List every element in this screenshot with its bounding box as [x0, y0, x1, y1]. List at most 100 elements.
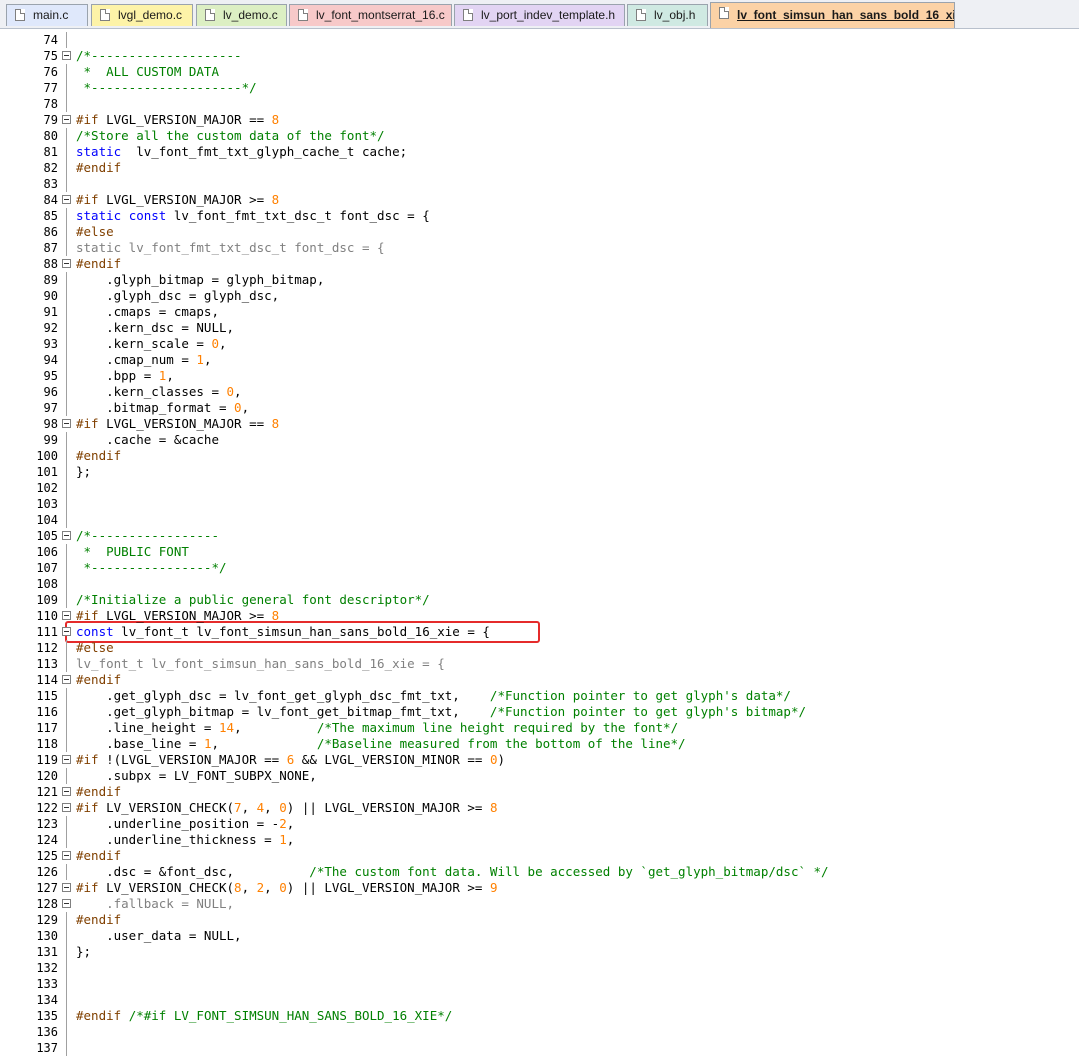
code-line: 79 #if LVGL_VERSION_MAJOR == 8	[0, 112, 1079, 128]
code-text: *----------------*/	[76, 560, 227, 575]
code-line: 98 #if LVGL_VERSION_MAJOR == 8	[0, 416, 1079, 432]
code-text: #if LVGL_VERSION_MAJOR >= 8	[76, 608, 280, 623]
line-number: 107	[36, 561, 58, 575]
line-number: 102	[36, 481, 58, 495]
fold-toggle-icon[interactable]	[62, 195, 71, 204]
tab-0[interactable]: main.c	[6, 4, 88, 26]
code-line: 121 #endif	[0, 784, 1079, 800]
code-text: *--------------------*/	[76, 80, 257, 95]
tab-label: lv_port_indev_template.h	[481, 8, 616, 22]
fold-toggle-icon[interactable]	[62, 51, 71, 60]
code-line: 76 * ALL CUSTOM DATA	[0, 64, 1079, 80]
tab-label: lv_font_montserrat_16.c	[316, 8, 445, 22]
tab-2[interactable]: lv_demo.c	[196, 4, 287, 26]
code-text: const lv_font_t lv_font_simsun_han_sans_…	[76, 624, 490, 639]
tab-4[interactable]: lv_port_indev_template.h	[454, 4, 625, 26]
line-number: 80	[43, 129, 58, 143]
code-text: #endif	[76, 912, 122, 927]
code-line: 123 .underline_position = -2,	[0, 816, 1079, 832]
fold-guide	[66, 832, 67, 848]
code-text: .underline_thickness = 1,	[76, 832, 295, 847]
code-line: 92 .kern_dsc = NULL,	[0, 320, 1079, 336]
code-text: #else	[76, 224, 114, 239]
fold-toggle-icon[interactable]	[62, 787, 71, 796]
file-icon	[205, 9, 215, 21]
fold-guide	[66, 688, 67, 704]
code-line: 74	[0, 32, 1079, 48]
tab-1[interactable]: lvgl_demo.c	[91, 4, 193, 26]
code-line: 122 #if LV_VERSION_CHECK(7, 4, 0) || LVGL…	[0, 800, 1079, 816]
line-number: 132	[36, 961, 58, 975]
line-number: 76	[43, 65, 58, 79]
line-number: 83	[43, 177, 58, 191]
fold-guide	[66, 496, 67, 512]
code-line: 104	[0, 512, 1079, 528]
code-text: #endif	[76, 448, 122, 463]
code-line: 95 .bpp = 1,	[0, 368, 1079, 384]
tab-6[interactable]: lv_font_simsun_han_sans_bold_16_xie.c	[710, 2, 955, 28]
line-number: 114	[36, 673, 58, 687]
code-line: 114 #endif	[0, 672, 1079, 688]
code-editor[interactable]: 74 75/*-------------------- 76 * ALL CUSTO…	[0, 29, 1079, 1062]
code-line: 101};	[0, 464, 1079, 480]
line-number: 112	[36, 641, 58, 655]
fold-toggle-icon[interactable]	[62, 883, 71, 892]
fold-toggle-icon[interactable]	[62, 803, 71, 812]
fold-guide	[66, 704, 67, 720]
code-line: 108	[0, 576, 1079, 592]
fold-guide	[66, 160, 67, 176]
fold-toggle-icon[interactable]	[62, 115, 71, 124]
code-line: 135 #endif /*#if LV_FONT_SIMSUN_HAN_SANS_…	[0, 1008, 1079, 1024]
line-number: 97	[43, 401, 58, 415]
fold-guide	[66, 864, 67, 880]
code-line: 78	[0, 96, 1079, 112]
fold-toggle-icon[interactable]	[62, 755, 71, 764]
fold-guide	[66, 736, 67, 752]
code-line: 130 .user_data = NULL,	[0, 928, 1079, 944]
fold-toggle-icon[interactable]	[62, 611, 71, 620]
fold-toggle-icon[interactable]	[62, 627, 71, 636]
code-line: 134	[0, 992, 1079, 1008]
line-number: 79	[43, 113, 58, 127]
code-line: 100 #endif	[0, 448, 1079, 464]
fold-toggle-icon[interactable]	[62, 899, 71, 908]
fold-toggle-icon[interactable]	[62, 851, 71, 860]
code-text: static lv_font_fmt_txt_dsc_t font_dsc = …	[76, 240, 385, 255]
code-line: 106 * PUBLIC FONT	[0, 544, 1079, 560]
code-text: .kern_classes = 0,	[76, 384, 242, 399]
file-icon	[100, 9, 110, 21]
line-number: 81	[43, 145, 58, 159]
file-icon	[298, 9, 308, 21]
code-text: #if LVGL_VERSION_MAJOR == 8	[76, 416, 280, 431]
tab-3[interactable]: lv_font_montserrat_16.c	[289, 4, 452, 26]
code-text: .fallback = NULL,	[76, 896, 235, 911]
code-line: 124 .underline_thickness = 1,	[0, 832, 1079, 848]
fold-toggle-icon[interactable]	[62, 259, 71, 268]
fold-toggle-icon[interactable]	[62, 675, 71, 684]
code-line: 127 #if LV_VERSION_CHECK(8, 2, 0) || LVGL…	[0, 880, 1079, 896]
line-number: 125	[36, 849, 58, 863]
line-number: 111	[36, 625, 58, 639]
code-text: .user_data = NULL,	[76, 928, 242, 943]
code-line: 115 .get_glyph_dsc = lv_font_get_glyph_d…	[0, 688, 1079, 704]
line-number: 124	[36, 833, 58, 847]
code-text: #if LVGL_VERSION_MAJOR == 8	[76, 112, 280, 127]
code-line: 109 /*Initialize a public general font de…	[0, 592, 1079, 608]
line-number: 113	[36, 657, 58, 671]
code-line: 131};	[0, 944, 1079, 960]
code-text: #endif	[76, 256, 122, 271]
line-number: 91	[43, 305, 58, 319]
line-number: 84	[43, 193, 58, 207]
fold-guide	[66, 400, 67, 416]
fold-toggle-icon[interactable]	[62, 419, 71, 428]
code-text: /*Initialize a public general font descr…	[76, 592, 430, 607]
line-number: 100	[36, 449, 58, 463]
fold-toggle-icon[interactable]	[62, 531, 71, 540]
fold-guide	[66, 464, 67, 480]
code-line: 129 #endif	[0, 912, 1079, 928]
line-number: 99	[43, 433, 58, 447]
line-number: 96	[43, 385, 58, 399]
fold-guide	[66, 992, 67, 1008]
fold-guide	[66, 336, 67, 352]
tab-5[interactable]: lv_obj.h	[627, 4, 708, 26]
